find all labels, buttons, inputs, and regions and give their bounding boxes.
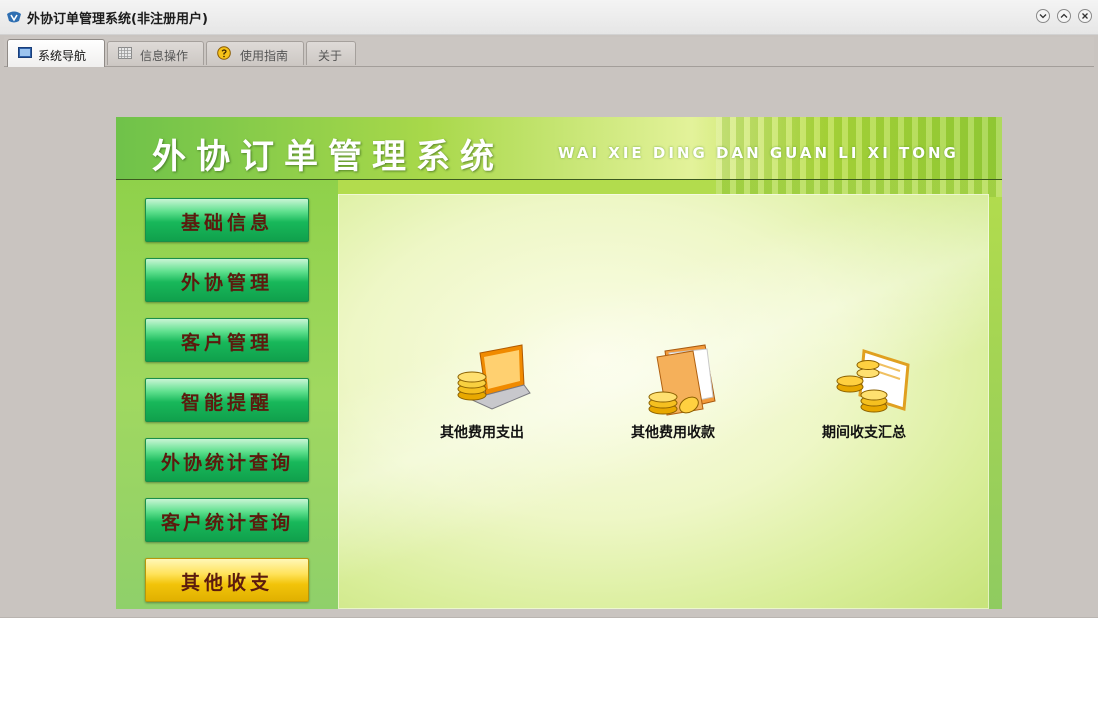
help-icon xyxy=(217,46,231,60)
tab-label: 关于 xyxy=(318,49,343,63)
nav-button-other-income-expense[interactable]: 其他收支 xyxy=(145,558,309,602)
system-title-pinyin: WAI XIE DING DAN GUAN LI XI TONG xyxy=(558,144,959,162)
minimize-button[interactable] xyxy=(1036,9,1050,23)
window-title: 外协订单管理系统(非注册用户) xyxy=(27,12,208,27)
function-panel: 其他费用支出 其他费用收款 期间收支汇总 xyxy=(338,194,989,609)
function-other-income[interactable]: 其他费用收款 xyxy=(618,343,728,453)
nav-button-label: 其他收支 xyxy=(180,572,273,594)
nav-button-label: 基础信息 xyxy=(180,212,273,234)
tab-label: 系统导航 xyxy=(38,49,87,63)
coins-document-icon xyxy=(836,349,910,413)
nav-button-label: 外协统计查询 xyxy=(160,452,293,474)
folder-coins-icon xyxy=(648,344,716,416)
app-logo-icon xyxy=(7,11,21,23)
function-label: 其他费用收款 xyxy=(631,425,715,441)
tab-about[interactable]: 关于 xyxy=(306,41,356,65)
app-window: 外协订单管理系统(非注册用户) 系统导航 信息操作 使用指南 关于 外协订单管理… xyxy=(0,0,1098,618)
grid-icon xyxy=(118,47,132,59)
tab-bar: 系统导航 信息操作 使用指南 关于 xyxy=(4,37,1094,67)
close-icon xyxy=(1082,13,1088,19)
tab-system-navigation[interactable]: 系统导航 xyxy=(7,39,105,67)
function-label: 期间收支汇总 xyxy=(822,425,906,441)
function-period-summary[interactable]: 期间收支汇总 xyxy=(809,343,919,453)
tab-user-guide[interactable]: 使用指南 xyxy=(206,41,304,65)
nav-button-outsourcing-management[interactable]: 外协管理 xyxy=(145,258,309,302)
tab-label: 信息操作 xyxy=(140,49,189,63)
system-title: 外协订单管理系统 xyxy=(152,137,504,177)
tab-label: 使用指南 xyxy=(240,49,289,63)
nav-button-smart-reminder[interactable]: 智能提醒 xyxy=(145,378,309,422)
chevron-down-icon xyxy=(1039,14,1047,19)
nav-button-customer-statistics[interactable]: 客户统计查询 xyxy=(145,498,309,542)
chevron-up-icon xyxy=(1060,13,1068,18)
maximize-button[interactable] xyxy=(1057,9,1071,23)
monitor-icon xyxy=(18,47,32,58)
tab-info-operation[interactable]: 信息操作 xyxy=(107,41,204,65)
nav-button-basic-info[interactable]: 基础信息 xyxy=(145,198,309,242)
close-button[interactable] xyxy=(1078,9,1092,23)
function-label: 其他费用支出 xyxy=(440,425,524,441)
laptop-coins-icon xyxy=(457,344,531,410)
nav-button-customer-management[interactable]: 客户管理 xyxy=(145,318,309,362)
title-bar: 外协订单管理系统(非注册用户) xyxy=(0,0,1098,35)
nav-button-label: 外协管理 xyxy=(180,272,273,294)
nav-button-label: 智能提醒 xyxy=(180,392,273,414)
function-other-expense[interactable]: 其他费用支出 xyxy=(427,343,537,453)
nav-button-outsourcing-statistics[interactable]: 外协统计查询 xyxy=(145,438,309,482)
navigation-banner: 外协订单管理系统 WAI XIE DING DAN GUAN LI XI TON… xyxy=(116,117,1002,609)
nav-button-label: 客户统计查询 xyxy=(160,512,293,534)
nav-button-label: 客户管理 xyxy=(180,332,273,354)
